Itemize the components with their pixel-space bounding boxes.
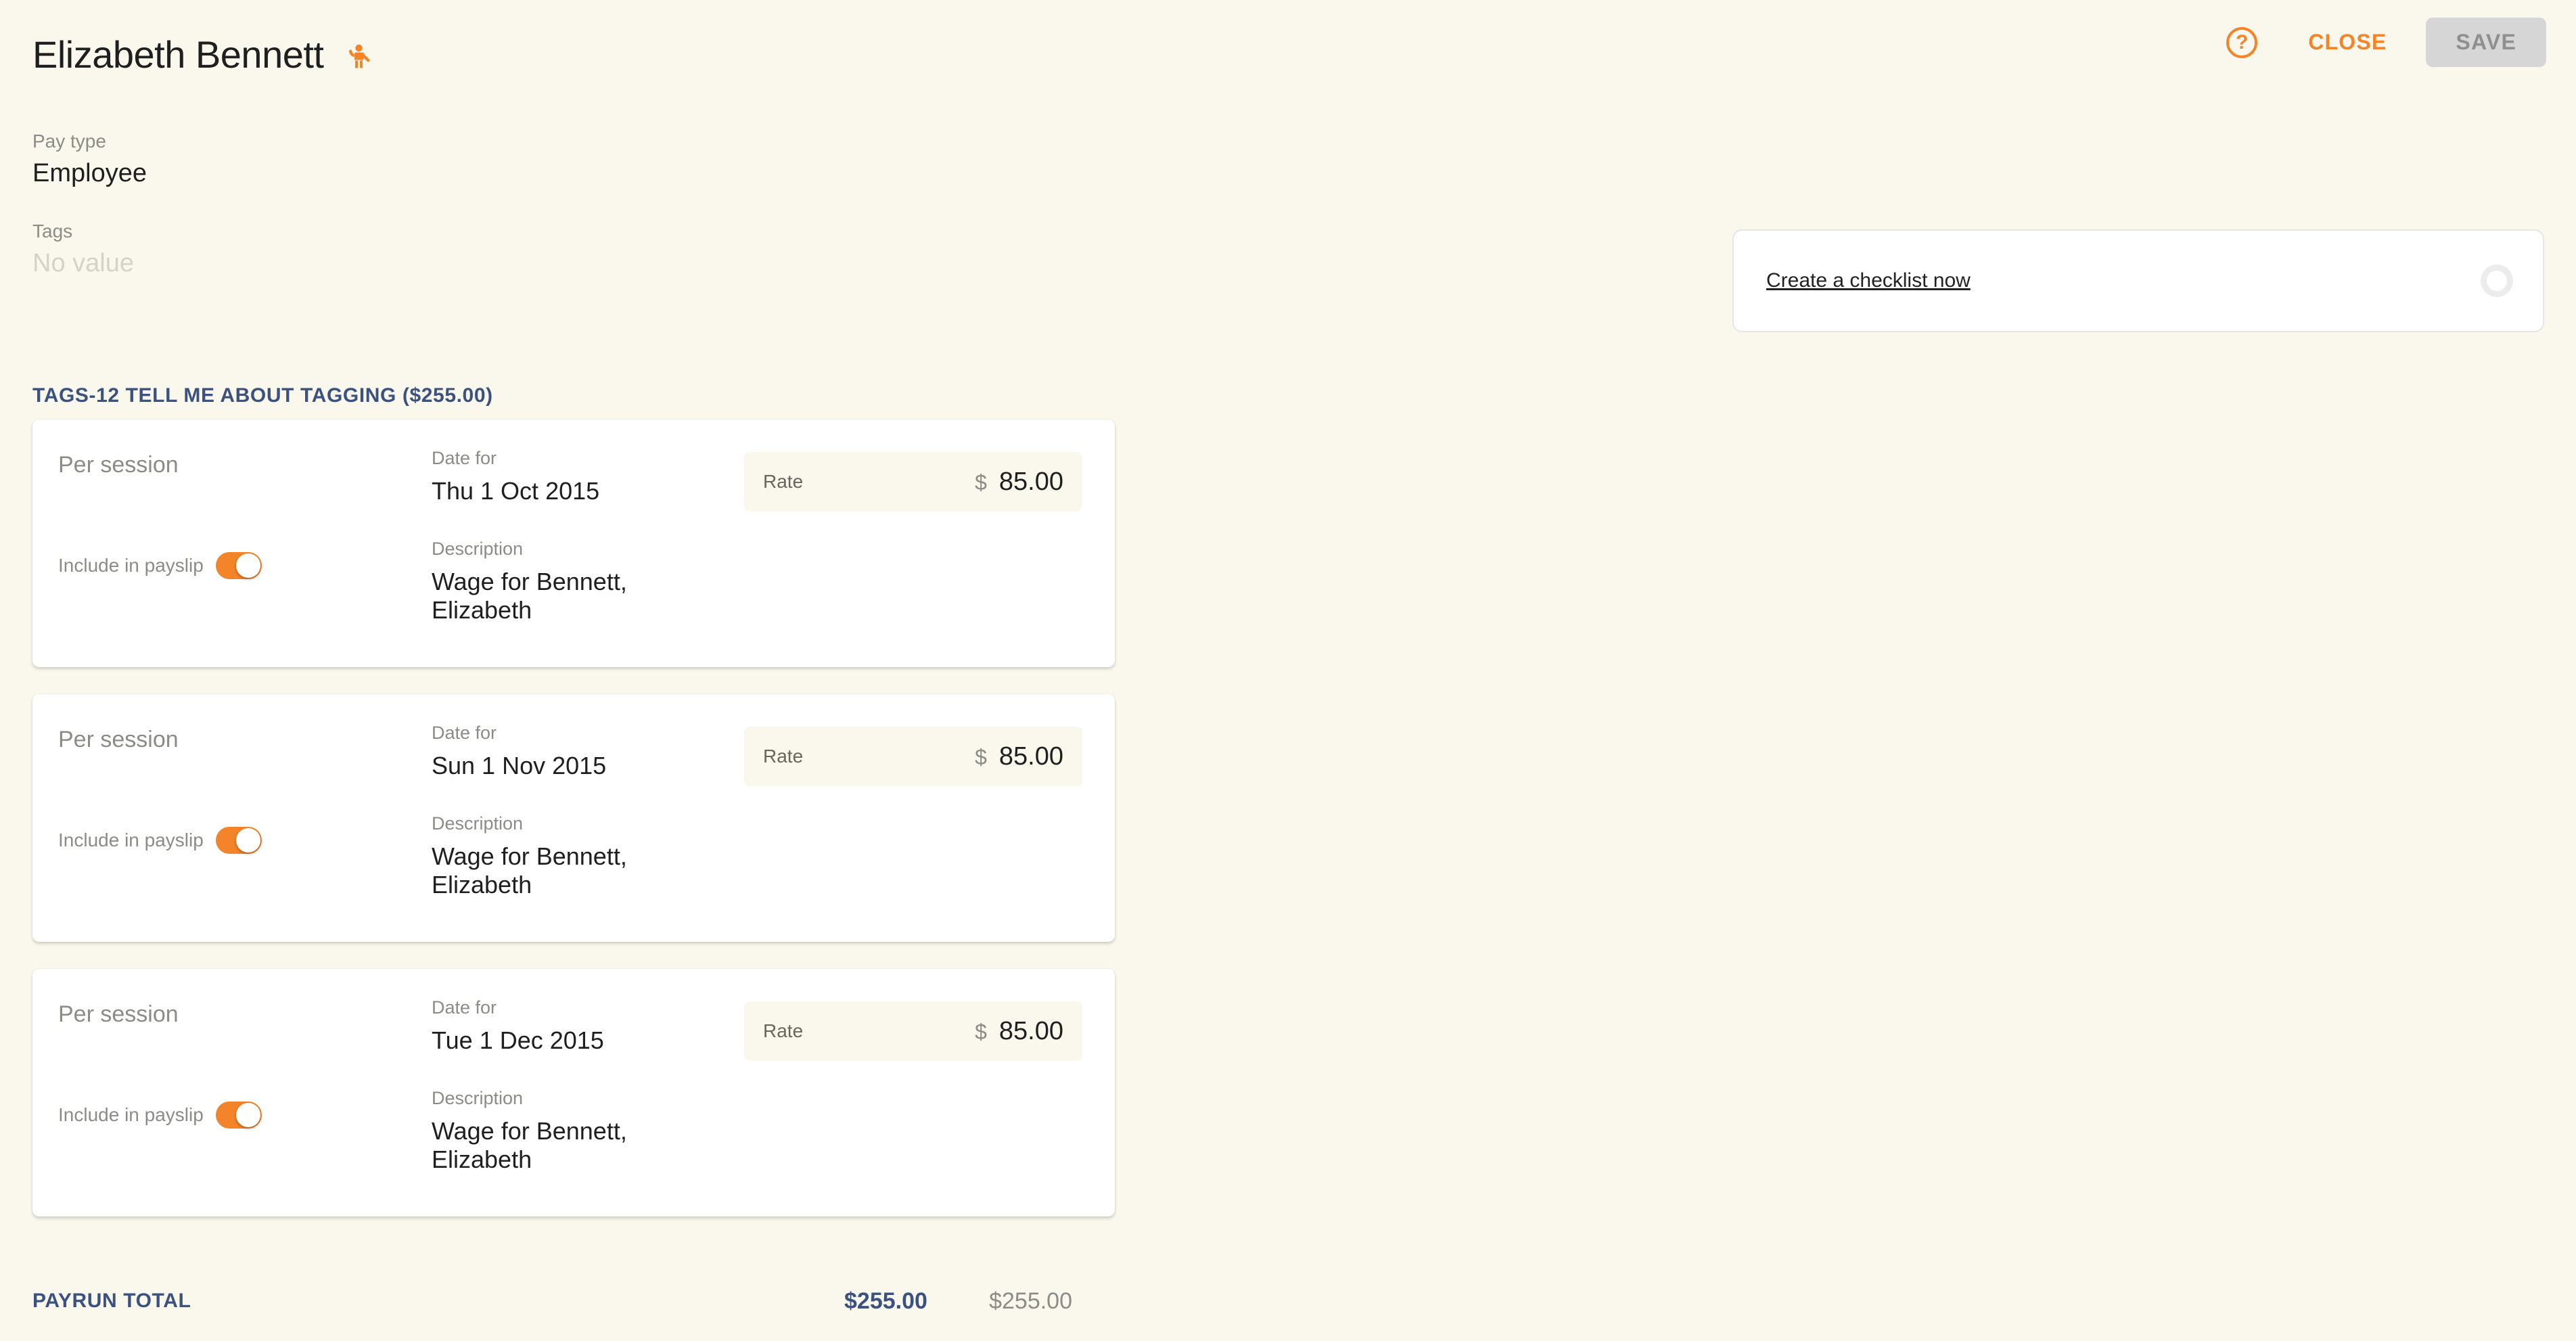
toggle-knob <box>235 1103 260 1127</box>
help-question-icon: ? <box>2226 26 2258 58</box>
date-for-label: Date for <box>432 448 497 468</box>
toggle-knob <box>235 553 260 578</box>
include-in-payslip-toggle[interactable] <box>215 552 262 579</box>
rate-value[interactable]: 85.00 <box>999 742 1063 771</box>
tags-field: Tags No value <box>32 221 134 277</box>
rate-amount: $ 85.00 <box>975 742 1063 771</box>
pay-line-card: Per session Include in payslip Date for … <box>32 694 1115 942</box>
pay-item-section-header: TAGS-12 TELL ME ABOUT TAGGING ($255.00) <box>32 384 493 407</box>
rate-field[interactable]: Rate $ 85.00 <box>744 1001 1082 1061</box>
payrun-total-secondary-amount: $255.00 <box>989 1288 1072 1314</box>
description-group: Description Wage for Bennett, Elizabeth <box>432 540 635 625</box>
include-in-payslip-toggle[interactable] <box>215 1101 262 1129</box>
pay-line-card: Per session Include in payslip Date for … <box>32 969 1115 1217</box>
payrun-total-row: PAYRUN TOTAL $255.00 $255.00 <box>0 1286 2576 1326</box>
toggle-knob <box>235 828 260 853</box>
page-title: Elizabeth Bennett <box>32 32 373 76</box>
include-in-payslip-row: Include in payslip <box>58 552 262 579</box>
rate-field[interactable]: Rate $ 85.00 <box>744 452 1082 512</box>
description-group: Description Wage for Bennett, Elizabeth <box>432 815 635 900</box>
description-label: Description <box>432 813 524 834</box>
description-label: Description <box>432 539 524 559</box>
close-button[interactable]: CLOSE <box>2292 19 2403 66</box>
checklist-card: Create a checklist now <box>1732 229 2544 332</box>
description-value[interactable]: Wage for Bennett, Elizabeth <box>432 1117 635 1175</box>
include-in-payslip-label: Include in payslip <box>58 829 204 850</box>
pay-basis-label: Per session <box>58 727 179 752</box>
date-for-value[interactable]: Thu 1 Oct 2015 <box>432 477 599 505</box>
pay-line-middle-column: Date for Thu 1 Oct 2015 Description Wage… <box>398 419 750 667</box>
date-for-value[interactable]: Tue 1 Dec 2015 <box>432 1026 604 1055</box>
pay-type-value[interactable]: Employee <box>32 160 147 186</box>
rate-currency-symbol: $ <box>975 744 987 769</box>
payrun-employee-page: Elizabeth Bennett ? CLOSE SAVE Pay type … <box>0 0 2576 1341</box>
include-in-payslip-row: Include in payslip <box>58 827 262 854</box>
rate-label: Rate <box>763 746 804 767</box>
rate-label: Rate <box>763 1020 804 1041</box>
pay-line-left-column: Per session Include in payslip <box>32 694 398 942</box>
rate-amount: $ 85.00 <box>975 468 1063 497</box>
date-for-label: Date for <box>432 997 497 1018</box>
date-for-label: Date for <box>432 723 497 743</box>
person-raising-hand-icon <box>344 35 373 68</box>
tags-label: Tags <box>32 221 73 242</box>
include-in-payslip-toggle[interactable] <box>215 827 262 854</box>
pay-type-field: Pay type Employee <box>32 131 147 187</box>
rate-value[interactable]: 85.00 <box>999 468 1063 497</box>
pay-line-middle-column: Date for Sun 1 Nov 2015 Description Wage… <box>398 694 750 942</box>
tags-value[interactable]: No value <box>32 250 134 276</box>
description-value[interactable]: Wage for Bennett, Elizabeth <box>432 568 635 625</box>
rate-value[interactable]: 85.00 <box>999 1017 1063 1046</box>
pay-basis-label: Per session <box>58 1001 179 1027</box>
loading-spinner-icon <box>2481 265 2513 297</box>
include-in-payslip-label: Include in payslip <box>58 555 204 576</box>
payrun-total-label: PAYRUN TOTAL <box>32 1290 191 1312</box>
include-in-payslip-label: Include in payslip <box>58 1104 204 1125</box>
save-button[interactable]: SAVE <box>2426 18 2546 67</box>
date-for-value[interactable]: Sun 1 Nov 2015 <box>432 752 606 780</box>
rate-field[interactable]: Rate $ 85.00 <box>744 727 1082 786</box>
pay-basis-label: Per session <box>58 452 179 478</box>
description-group: Description Wage for Bennett, Elizabeth <box>432 1089 635 1175</box>
pay-line-left-column: Per session Include in payslip <box>32 419 398 667</box>
pay-line-middle-column: Date for Tue 1 Dec 2015 Description Wage… <box>398 969 750 1217</box>
rate-currency-symbol: $ <box>975 470 987 495</box>
description-label: Description <box>432 1088 524 1108</box>
date-for-group: Date for Sun 1 Nov 2015 <box>432 724 606 780</box>
rate-currency-symbol: $ <box>975 1019 987 1044</box>
date-for-group: Date for Thu 1 Oct 2015 <box>432 449 599 505</box>
rate-label: Rate <box>763 471 804 492</box>
pay-type-label: Pay type <box>32 131 106 152</box>
header-actions: ? CLOSE SAVE <box>2224 18 2546 67</box>
page-title-text: Elizabeth Bennett <box>32 33 324 76</box>
page-header: Elizabeth Bennett ? CLOSE SAVE <box>0 0 2576 105</box>
pay-line-card: Per session Include in payslip Date for … <box>32 419 1115 667</box>
include-in-payslip-row: Include in payslip <box>58 1101 262 1129</box>
pay-line-left-column: Per session Include in payslip <box>32 969 398 1217</box>
help-button[interactable]: ? <box>2224 25 2259 60</box>
date-for-group: Date for Tue 1 Dec 2015 <box>432 999 604 1055</box>
description-value[interactable]: Wage for Bennett, Elizabeth <box>432 842 635 900</box>
rate-amount: $ 85.00 <box>975 1017 1063 1046</box>
create-checklist-link[interactable]: Create a checklist now <box>1766 269 1971 292</box>
payrun-total-primary-amount: $255.00 <box>844 1288 927 1314</box>
